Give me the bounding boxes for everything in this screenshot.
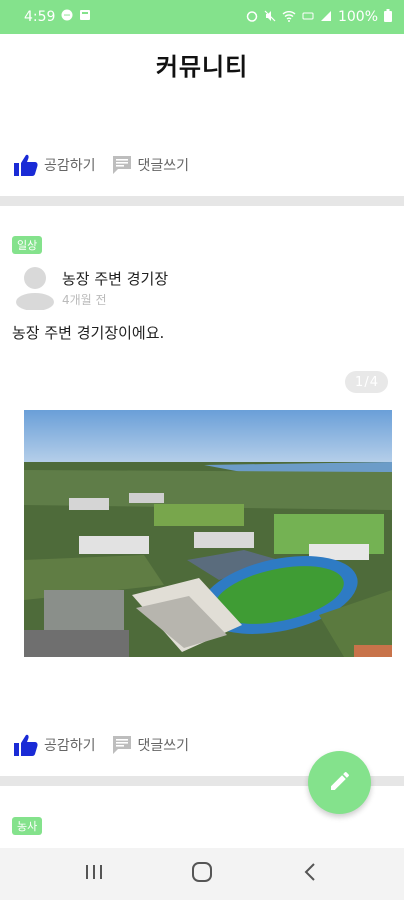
category-badge: 농사 <box>12 817 43 835</box>
like-label: 공감하기 <box>44 158 96 174</box>
comment-button[interactable]: 댓글쓰기 <box>112 735 190 755</box>
mute-icon <box>264 10 276 25</box>
like-label: 공감하기 <box>44 738 96 754</box>
post-action-bar: 공감하기 댓글쓰기 <box>0 142 404 188</box>
battery-level: 100% <box>337 9 378 25</box>
comment-icon <box>112 155 132 175</box>
system-nav-bar <box>0 848 404 900</box>
thumbs-up-icon <box>14 734 38 756</box>
alarm-icon <box>246 10 258 25</box>
page-title: 커뮤니티 <box>155 52 249 81</box>
back-button[interactable] <box>290 854 330 894</box>
pencil-icon <box>328 769 352 797</box>
image-count: 4 <box>369 374 378 390</box>
status-bar: 4:59 100% <box>0 0 404 34</box>
post-image[interactable] <box>24 410 392 657</box>
post-body: 농장 주변 경기장이에요. <box>12 324 165 342</box>
avatar <box>14 266 56 311</box>
category-badge: 일상 <box>12 236 43 254</box>
post-time: 4개월 전 <box>62 293 107 307</box>
image-index: 1 <box>355 374 364 390</box>
status-right: 100% <box>246 9 392 25</box>
comment-label: 댓글쓰기 <box>137 738 190 754</box>
comment-icon <box>112 735 132 755</box>
comment-button[interactable]: 댓글쓰기 <box>112 155 190 175</box>
status-left: 4:59 <box>24 9 91 25</box>
recent-apps-button[interactable] <box>74 854 114 894</box>
post-divider <box>0 196 404 206</box>
like-button[interactable]: 공감하기 <box>14 734 96 756</box>
write-post-button[interactable] <box>308 751 371 814</box>
home-icon <box>191 861 213 887</box>
image-page-indicator: 1/4 <box>345 371 388 393</box>
like-button[interactable]: 공감하기 <box>14 154 96 176</box>
status-time: 4:59 <box>24 9 56 25</box>
app-header: 커뮤니티 <box>0 34 404 94</box>
back-icon <box>303 862 317 886</box>
signal-icon <box>320 10 332 25</box>
gallery-icon <box>79 9 91 25</box>
comment-label: 댓글쓰기 <box>137 158 190 174</box>
author-name: 농장 주변 경기장 <box>62 270 169 288</box>
chat-bubble-icon <box>61 9 73 25</box>
wifi-icon <box>282 10 296 25</box>
battery-icon <box>384 9 392 25</box>
volte-icon <box>302 10 314 25</box>
recent-apps-icon <box>84 863 104 885</box>
thumbs-up-icon <box>14 154 38 176</box>
home-button[interactable] <box>182 854 222 894</box>
